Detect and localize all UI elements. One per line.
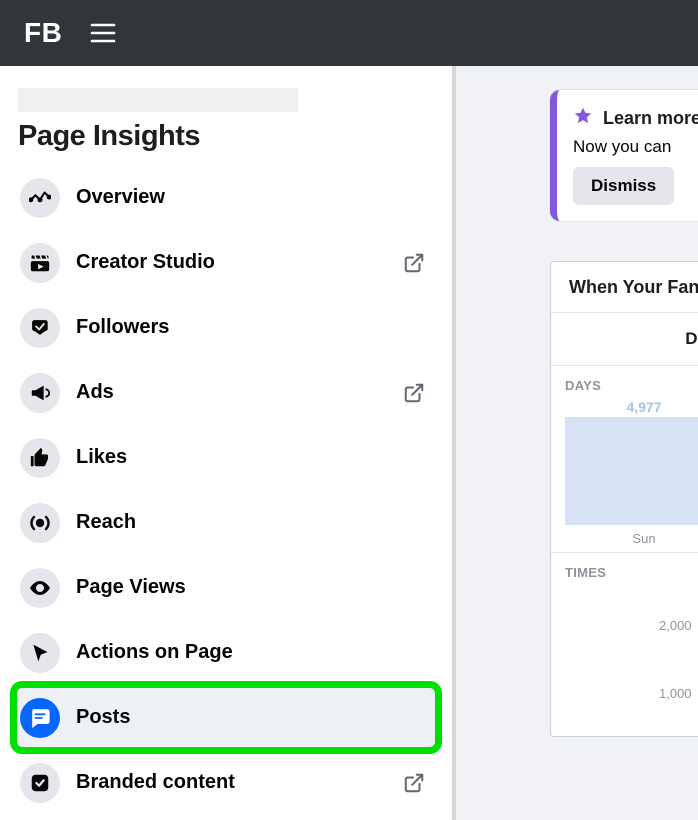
sidebar-item-label: Page Views xyxy=(76,576,432,599)
sidebar-item-reach[interactable]: Reach xyxy=(14,490,438,555)
external-link-icon xyxy=(400,379,428,407)
message-icon xyxy=(20,698,60,738)
bar-value: 4,977 xyxy=(609,399,679,415)
fans-card: When Your Fan Data sho DAYS 4,977 Sun TI… xyxy=(550,261,698,737)
external-link-icon xyxy=(400,769,428,797)
times-section: TIMES 2,000 1,000 xyxy=(551,552,698,736)
sidebar-item-label: Reach xyxy=(76,511,432,534)
fans-tab[interactable]: When Your Fan xyxy=(551,262,698,313)
hamburger-icon[interactable] xyxy=(90,23,116,43)
sidebar-item-ads[interactable]: Ads xyxy=(14,360,438,425)
sidebar-item-posts[interactable]: Posts xyxy=(14,685,438,750)
sidebar-item-label: Ads xyxy=(76,381,400,404)
fb-logo[interactable]: FB xyxy=(24,17,62,49)
y-tick: 1,000 xyxy=(659,686,692,701)
cursor-icon xyxy=(20,633,60,673)
sidebar-item-label: Posts xyxy=(76,706,432,729)
bar-category: Sun xyxy=(609,531,679,546)
sidebar-item-actions-on-page[interactable]: Actions on Page xyxy=(14,620,438,685)
y-tick: 2,000 xyxy=(659,618,692,633)
main-panel: Learn more i Now you can Dismiss When Yo… xyxy=(456,66,698,820)
sidebar-item-likes[interactable]: Likes xyxy=(14,425,438,490)
data-shown-label: Data sho xyxy=(551,313,698,366)
sidebar-item-page-views[interactable]: Page Views xyxy=(14,555,438,620)
broadcast-icon xyxy=(20,503,60,543)
sidebar-item-overview[interactable]: Overview xyxy=(14,165,438,230)
sidebar: Page Insights Overview Creator Studio Fo… xyxy=(0,66,452,820)
badge-check-icon xyxy=(20,763,60,803)
tag-check-icon xyxy=(20,308,60,348)
activity-icon xyxy=(20,178,60,218)
thumb-icon xyxy=(20,438,60,478)
eye-icon xyxy=(20,568,60,608)
sidebar-item-branded-content[interactable]: Branded content xyxy=(14,750,438,815)
sidebar-item-label: Branded content xyxy=(76,771,400,794)
page-name-placeholder xyxy=(18,88,298,112)
days-label: DAYS xyxy=(551,366,698,399)
star-icon xyxy=(573,106,593,131)
advice-card: Learn more i Now you can Dismiss xyxy=(550,90,698,221)
page-title: Page Insights xyxy=(18,120,438,153)
days-chart: 4,977 Sun xyxy=(551,399,698,552)
sidebar-item-label: Actions on Page xyxy=(76,641,432,664)
sidebar-item-label: Creator Studio xyxy=(76,251,400,274)
clapper-icon xyxy=(20,243,60,283)
bar xyxy=(565,417,698,525)
sidebar-item-label: Likes xyxy=(76,446,432,469)
external-link-icon xyxy=(400,249,428,277)
sidebar-item-creator-studio[interactable]: Creator Studio xyxy=(14,230,438,295)
times-chart: 2,000 1,000 xyxy=(551,586,698,736)
dismiss-button[interactable]: Dismiss xyxy=(573,167,674,205)
days-section: DAYS 4,977 Sun xyxy=(551,366,698,552)
megaphone-icon xyxy=(20,373,60,413)
advice-title: Learn more i xyxy=(603,108,698,129)
sidebar-item-label: Overview xyxy=(76,186,432,209)
topbar: FB xyxy=(0,0,698,66)
advice-subtitle: Now you can xyxy=(573,137,698,157)
sidebar-item-followers[interactable]: Followers xyxy=(14,295,438,360)
times-label: TIMES xyxy=(551,553,698,586)
sidebar-item-label: Followers xyxy=(76,316,432,339)
